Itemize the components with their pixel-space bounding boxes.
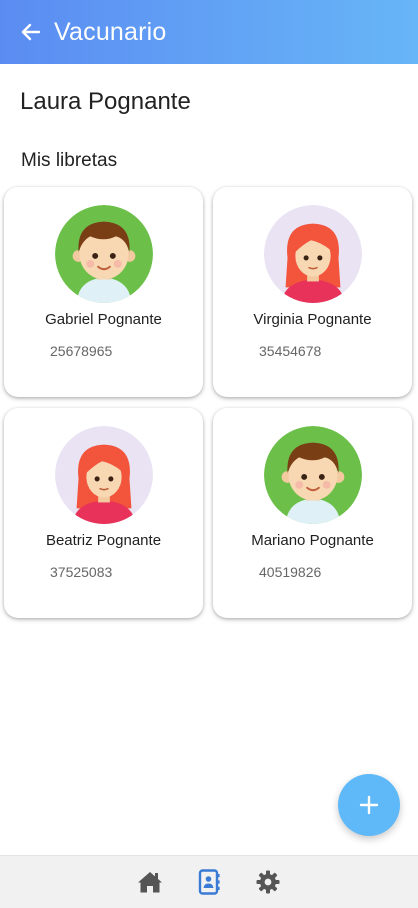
bottom-nav bbox=[0, 855, 418, 908]
libreta-name: Mariano Pognante bbox=[251, 532, 374, 549]
libreta-name: Virginia Pognante bbox=[253, 311, 372, 328]
libreta-document: 40519826 bbox=[259, 564, 322, 580]
nav-home[interactable] bbox=[137, 869, 163, 895]
avatar bbox=[54, 205, 153, 303]
add-libreta-button[interactable] bbox=[338, 774, 400, 836]
section-title: Mis libretas bbox=[21, 150, 118, 171]
avatar bbox=[263, 426, 362, 524]
back-button[interactable] bbox=[20, 21, 42, 43]
app-header: Vacunario bbox=[0, 0, 418, 64]
libreta-card[interactable]: Mariano Pognante 40519826 bbox=[213, 408, 412, 618]
libreta-name: Gabriel Pognante bbox=[45, 311, 162, 328]
contacts-book-icon bbox=[198, 869, 220, 895]
arrow-left-icon bbox=[21, 23, 41, 41]
libreta-card[interactable]: Virginia Pognante 35454678 bbox=[213, 187, 412, 397]
boy-avatar-icon bbox=[263, 426, 362, 524]
nav-libretas[interactable] bbox=[196, 869, 222, 895]
plus-icon bbox=[359, 795, 379, 815]
boy-avatar-icon bbox=[54, 205, 153, 303]
nav-settings[interactable] bbox=[255, 869, 281, 895]
libreta-document: 35454678 bbox=[259, 343, 322, 359]
app-screen: Vacunario Laura Pognante Mis libretas Ga… bbox=[0, 0, 418, 908]
home-icon bbox=[138, 872, 162, 893]
avatar bbox=[263, 205, 362, 303]
avatar bbox=[54, 426, 153, 524]
user-name: Laura Pognante bbox=[20, 88, 191, 115]
libreta-document: 25678965 bbox=[50, 343, 113, 359]
girl-avatar-icon bbox=[54, 426, 153, 524]
girl-avatar-icon bbox=[263, 205, 362, 303]
libreta-card[interactable]: Beatriz Pognante 37525083 bbox=[4, 408, 203, 618]
libreta-name: Beatriz Pognante bbox=[45, 532, 162, 549]
libreta-card[interactable]: Gabriel Pognante 25678965 bbox=[4, 187, 203, 397]
libreta-document: 37525083 bbox=[50, 564, 113, 580]
app-title: Vacunario bbox=[54, 17, 167, 46]
gear-icon bbox=[256, 870, 280, 894]
